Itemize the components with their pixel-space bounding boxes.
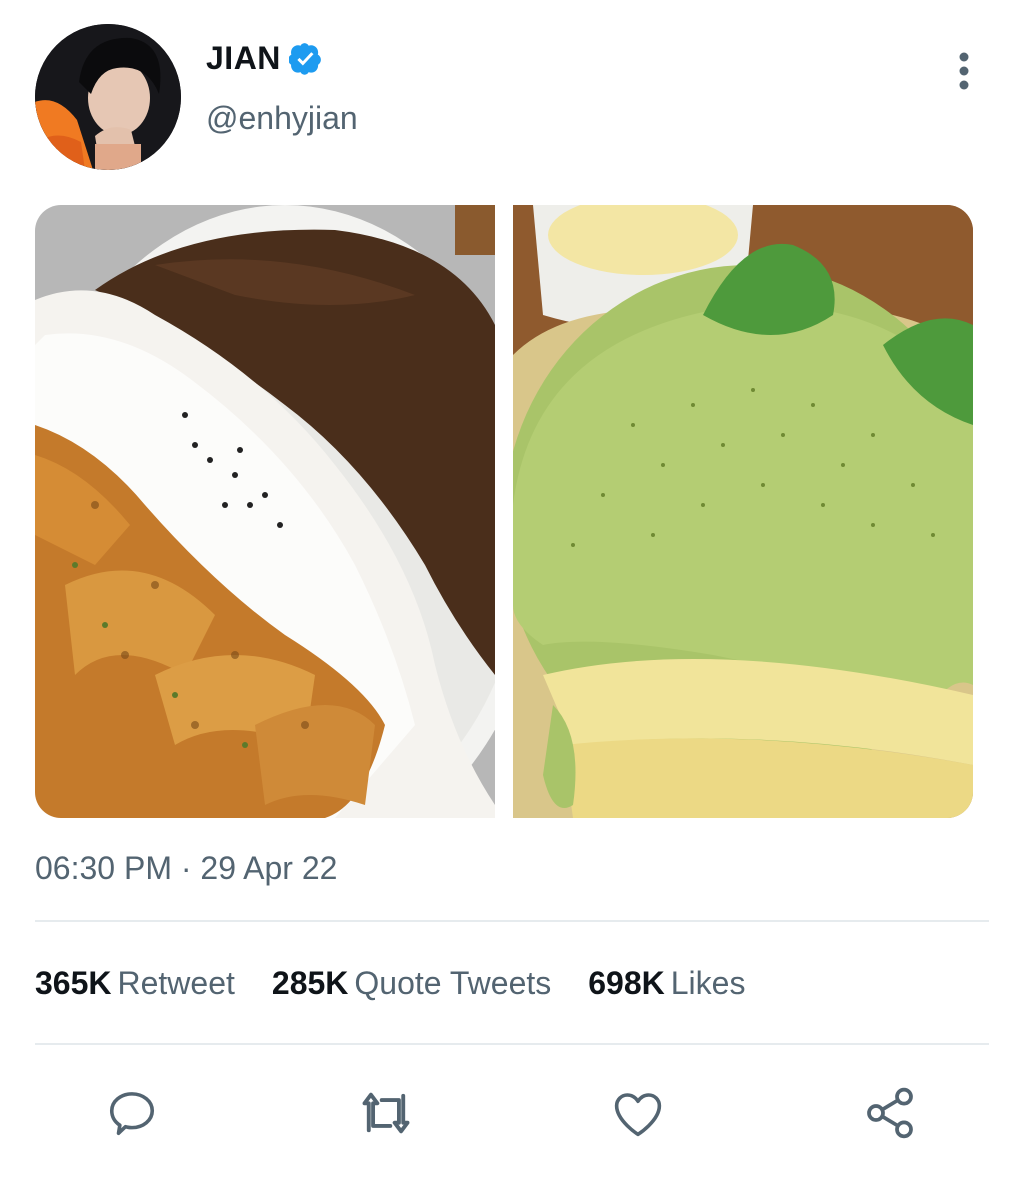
verified-badge-icon — [288, 42, 321, 75]
divider — [35, 920, 989, 922]
more-options-button[interactable] — [944, 48, 984, 94]
retweet-icon — [362, 1092, 410, 1134]
avatar[interactable] — [35, 24, 181, 170]
retweet-stat[interactable]: 365K Retweet — [35, 965, 235, 1002]
retweet-button[interactable] — [358, 1085, 414, 1141]
like-icon — [614, 1093, 662, 1137]
reply-button[interactable] — [104, 1085, 160, 1141]
more-vertical-icon — [959, 52, 969, 90]
display-name[interactable]: JIAN — [206, 40, 281, 77]
like-button[interactable] — [610, 1085, 666, 1141]
likes-count: 698K — [588, 965, 665, 1001]
likes-label: Likes — [670, 965, 746, 1001]
user-handle[interactable]: @enhyjian — [206, 100, 358, 137]
katsu-curry-photo[interactable] — [35, 205, 495, 818]
reply-icon — [109, 1092, 155, 1136]
engagement-stats: 365K Retweet 285K Quote Tweets 698K Likes — [35, 965, 745, 1002]
tweet-timestamp[interactable]: 06:30 PM · 29 Apr 22 — [35, 850, 337, 887]
likes-stat[interactable]: 698K Likes — [588, 965, 745, 1002]
share-button[interactable] — [862, 1085, 918, 1141]
divider — [35, 1043, 989, 1045]
quote-label: Quote Tweets — [354, 965, 552, 1001]
share-icon — [867, 1087, 913, 1139]
matcha-pancake-photo[interactable] — [513, 205, 973, 818]
retweet-count: 365K — [35, 965, 112, 1001]
quote-count: 285K — [271, 965, 349, 1001]
quote-stat[interactable]: 285K Quote Tweets — [272, 965, 551, 1002]
retweet-label: Retweet — [117, 965, 235, 1001]
